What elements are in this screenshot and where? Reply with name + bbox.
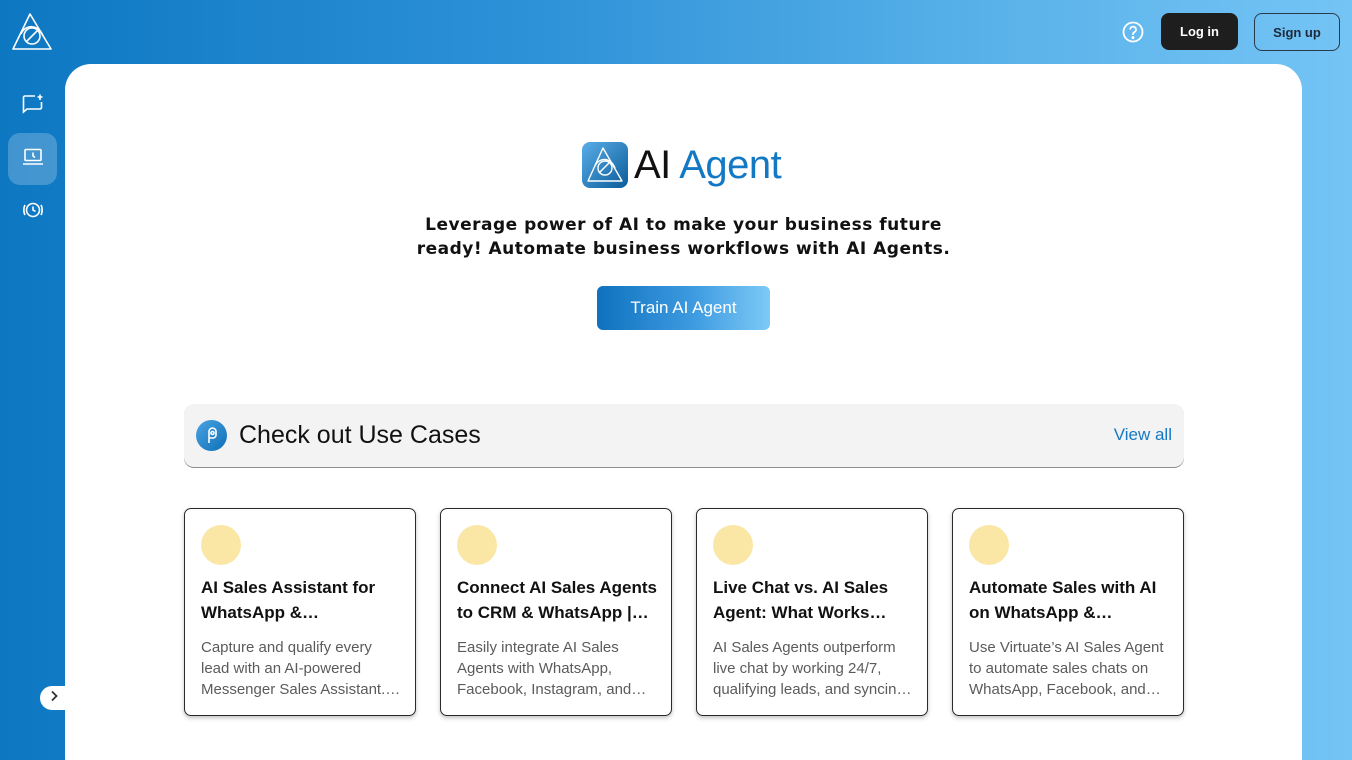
help-icon[interactable] [1121, 20, 1145, 44]
use-cases-header: Check out Use Cases View all [184, 404, 1184, 467]
tagline-line-1: Leverage power of AI to make your busine… [425, 215, 942, 235]
sidebar-item-history[interactable] [8, 186, 57, 238]
login-button[interactable]: Log in [1161, 13, 1238, 50]
card-title: Automate Sales with AI on WhatsApp &… [969, 578, 1157, 622]
logo-icon[interactable] [11, 12, 53, 52]
card-description: Capture and qualify every lead with an A… [201, 639, 401, 698]
card-thumbnail [201, 525, 241, 565]
expand-sidebar-button[interactable] [40, 686, 67, 710]
view-all-link[interactable]: View all [1114, 425, 1172, 445]
card-thumbnail [969, 525, 1009, 565]
sidebar-item-agents[interactable] [8, 133, 57, 185]
signup-button[interactable]: Sign up [1254, 13, 1340, 51]
train-ai-agent-button[interactable]: Train AI Agent [597, 286, 770, 330]
card-description: AI Sales Agents outperform live chat by … [713, 639, 912, 698]
new-chat-icon [22, 94, 44, 119]
card-title: Live Chat vs. AI Sales Agent: What Works… [713, 578, 889, 622]
card-thumbnail [457, 525, 497, 565]
hero-tagline: Leverage power of AI to make your busine… [65, 213, 1302, 261]
use-case-card[interactable]: Connect AI Sales Agents to CRM & WhatsAp… [440, 508, 672, 716]
use-case-card[interactable]: Automate Sales with AI on WhatsApp &… Us… [952, 508, 1184, 716]
card-title: Connect AI Sales Agents to CRM & WhatsAp… [457, 578, 657, 622]
ai-agent-logo-icon [582, 142, 628, 188]
use-case-card[interactable]: AI Sales Assistant for WhatsApp & Facebo… [184, 508, 416, 716]
new-chat-button[interactable] [8, 80, 57, 132]
card-title: AI Sales Assistant for WhatsApp & Facebo… [201, 578, 376, 622]
use-case-card[interactable]: Live Chat vs. AI Sales Agent: What Works… [696, 508, 928, 716]
brand-name: AI Agent [634, 142, 782, 188]
main-panel: AI Agent Leverage power of AI to make yo… [65, 64, 1302, 760]
card-description: Use Virtuate’s AI Sales Agent to automat… [969, 639, 1164, 698]
card-description: Easily integrate AI Sales Agents with Wh… [457, 639, 647, 698]
use-case-cards: AI Sales Assistant for WhatsApp & Facebo… [184, 508, 1184, 716]
card-thumbnail [713, 525, 753, 565]
laptop-icon [22, 148, 44, 171]
tagline-line-2: ready! Automate business workflows with … [416, 239, 951, 259]
history-icon [22, 200, 44, 225]
brand-header: AI Agent [582, 142, 782, 188]
chevron-right-icon [49, 689, 59, 707]
use-cases-icon [196, 420, 227, 451]
brand-name-agent: Agent [679, 143, 782, 187]
brand-name-ai: AI [634, 143, 671, 187]
use-cases-title: Check out Use Cases [239, 421, 481, 449]
